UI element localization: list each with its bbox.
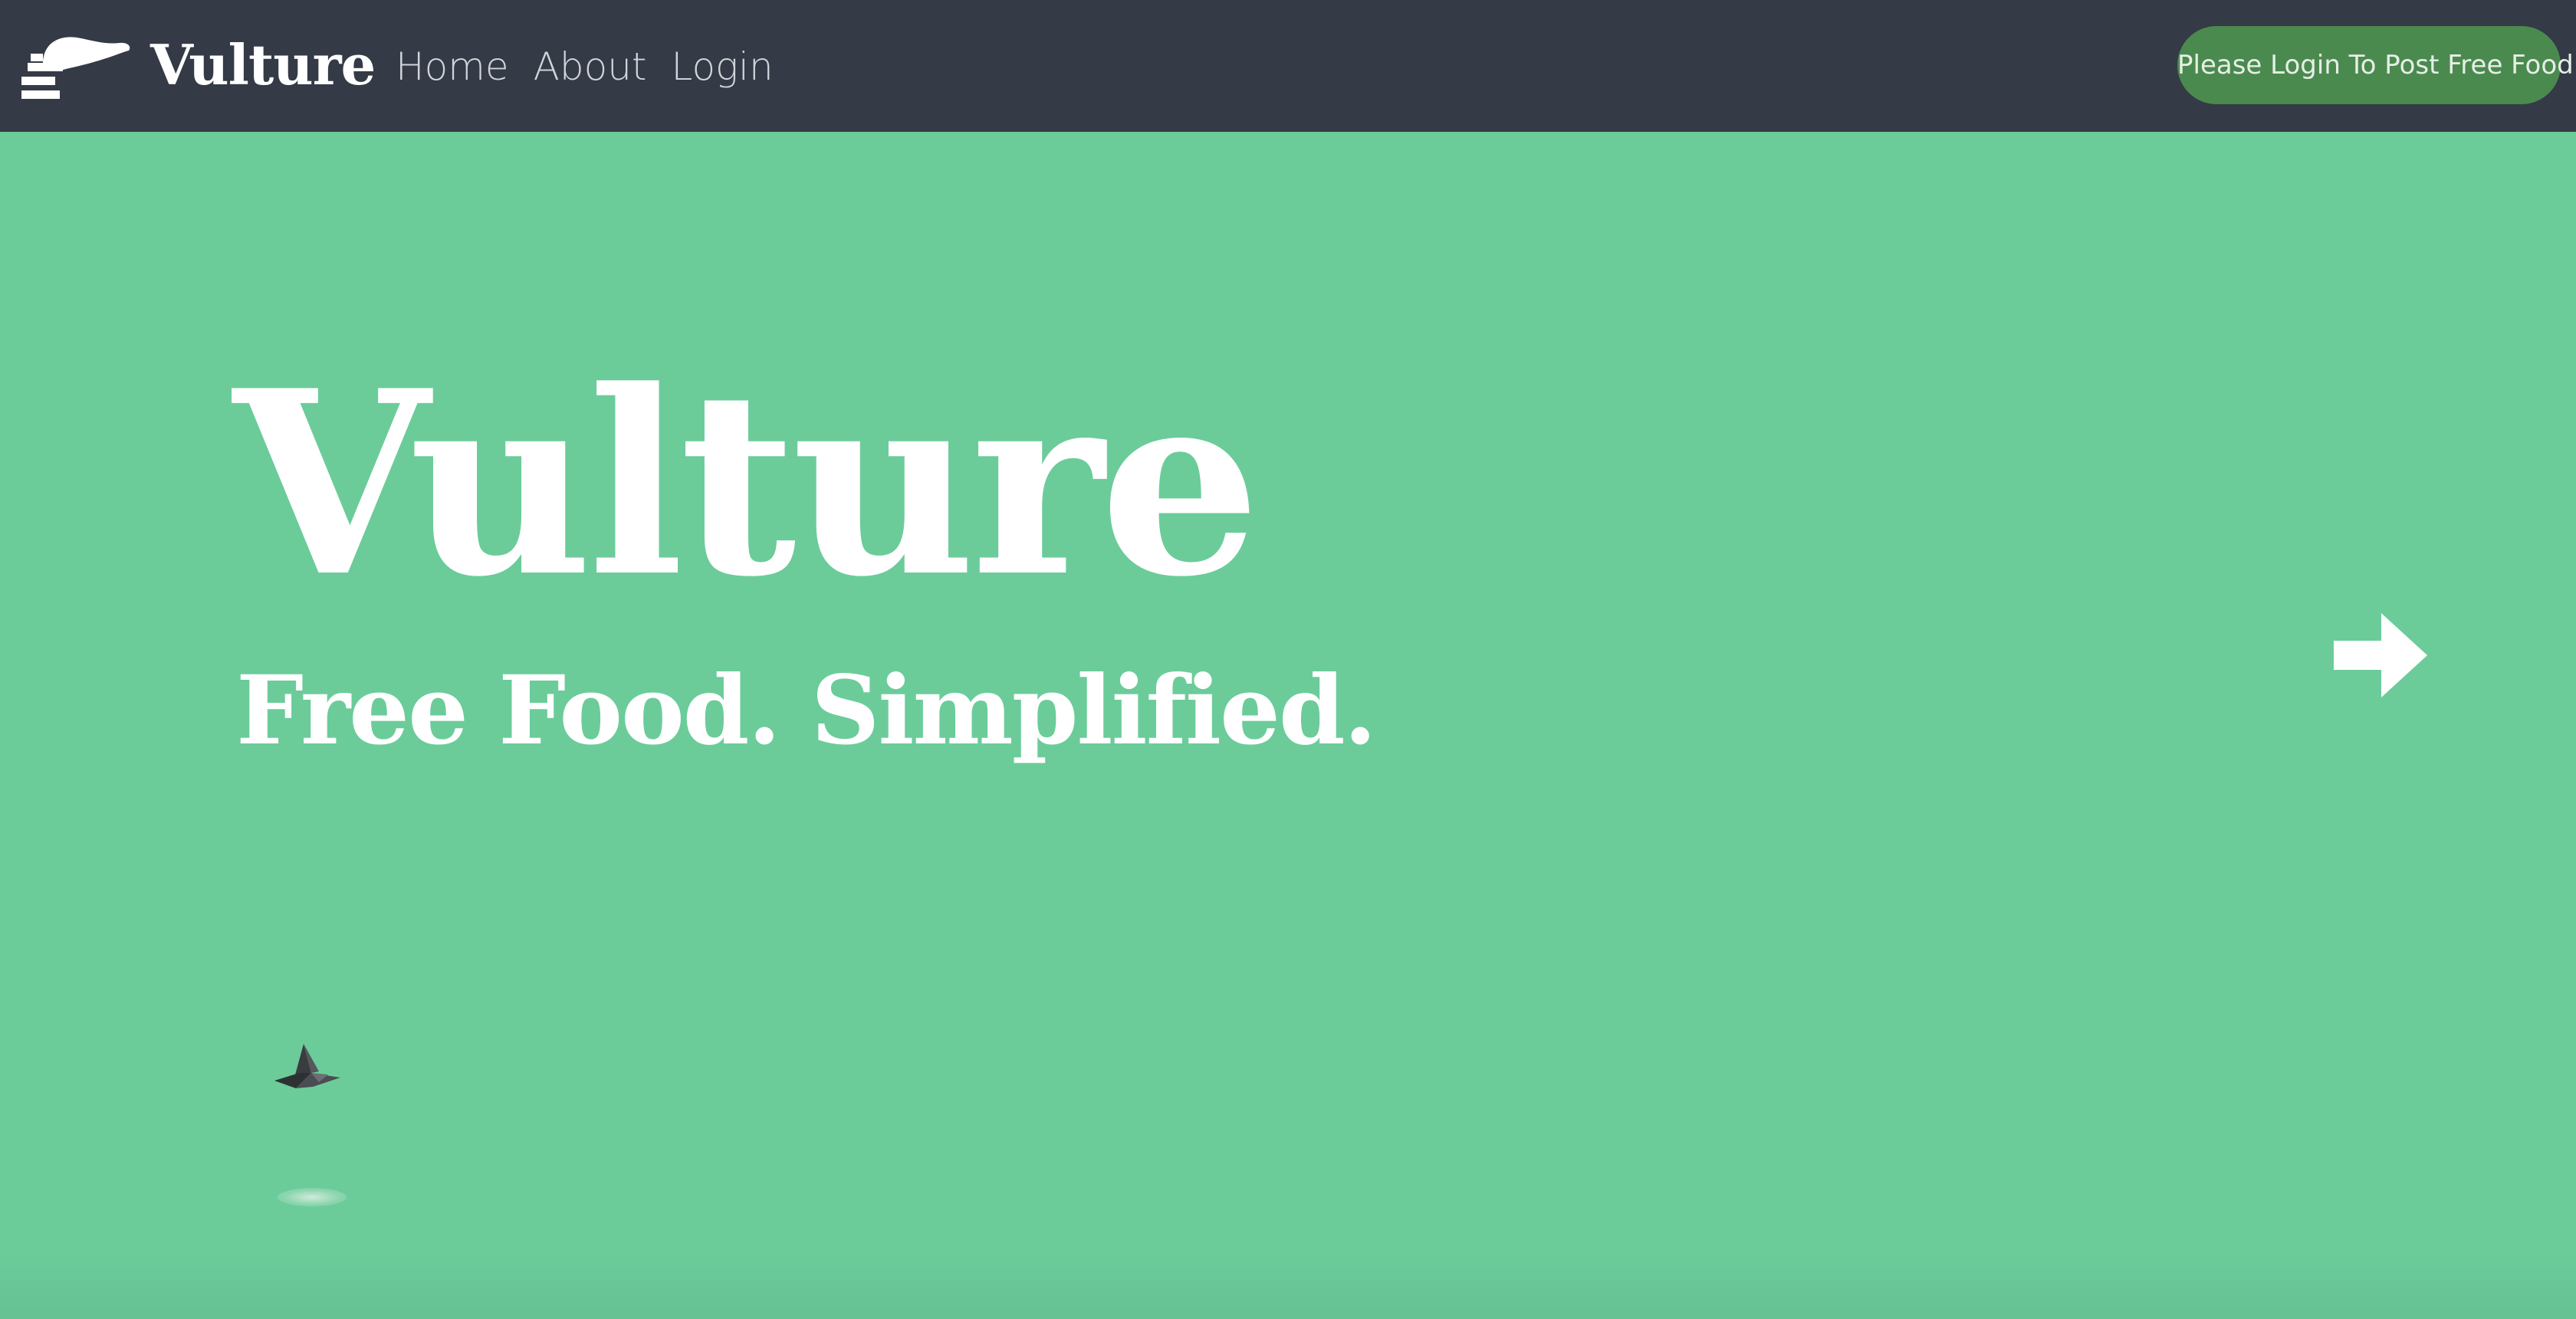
hero-subtitle: Free Food. Simplified. xyxy=(236,655,1377,766)
bird-shadow xyxy=(278,1188,347,1206)
vulture-bird-icon xyxy=(274,1044,340,1088)
arrow-right-icon[interactable] xyxy=(2334,613,2433,697)
navbar: Vulture Home About Login Please Login To… xyxy=(0,0,2576,132)
brand-link[interactable]: Vulture xyxy=(21,31,376,100)
login-to-post-button[interactable]: Please Login To Post Free Food xyxy=(2177,26,2574,104)
nav-links: Home About Login xyxy=(396,40,798,94)
vulture-logo-icon xyxy=(21,37,130,99)
nav-link-about[interactable]: About xyxy=(534,40,647,94)
nav-link-login[interactable]: Login xyxy=(671,40,773,94)
brand-name: Vulture xyxy=(150,32,376,97)
hero-title: Vulture xyxy=(233,335,1260,632)
hero-bottom-shade xyxy=(0,1250,2576,1319)
nav-link-home[interactable]: Home xyxy=(396,40,509,94)
